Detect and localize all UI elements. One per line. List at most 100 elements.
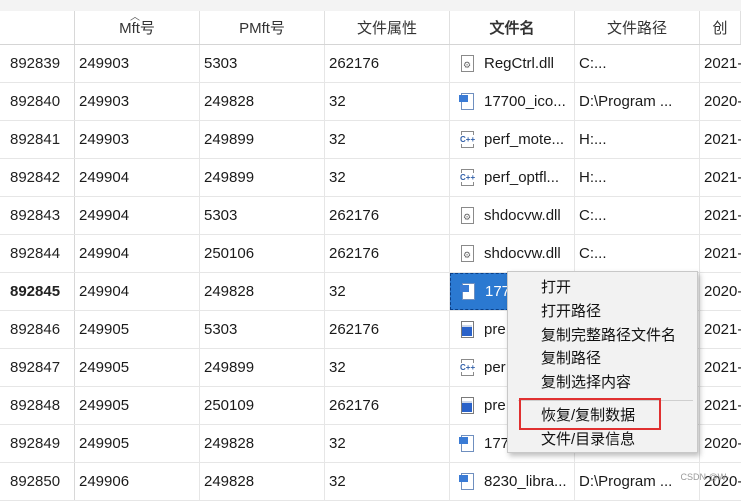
row-number: 892848	[0, 387, 75, 424]
exe-file-icon	[460, 320, 476, 339]
filename-cell[interactable]: C++ perf_optfl...	[450, 159, 575, 196]
created-cell: 2021-	[704, 397, 741, 414]
header-path[interactable]: 文件路径	[575, 11, 700, 44]
table-row[interactable]: 892843 249904 5303 262176 ⚙ shdocvw.dll C:... 2…	[0, 197, 741, 235]
filename-text: pre	[484, 321, 506, 338]
filename-cell[interactable]: ⚙ shdocvw.dll	[450, 235, 575, 272]
mft-cell: 249904	[75, 235, 200, 272]
pmft-cell: 249899	[200, 121, 325, 158]
filename-text: 8230_libra...	[484, 473, 567, 490]
mft-cell: 249904	[75, 197, 200, 234]
mft-cell: 249906	[75, 463, 200, 500]
filename-cell[interactable]: ⚙ RegCtrl.dll	[450, 45, 575, 82]
filename-text: 177	[484, 435, 510, 452]
filename-text: RegCtrl.dll	[484, 55, 555, 72]
header-row-number[interactable]	[0, 11, 75, 44]
filename-text: perf_optfl...	[484, 169, 560, 186]
attr-cell: 32	[325, 121, 450, 158]
watermark: CSDN @W-	[680, 472, 729, 482]
menu-item-copy-selection[interactable]: 复制选择内容	[541, 372, 631, 394]
pmft-cell: 249828	[200, 83, 325, 120]
created-cell: 2020-	[704, 283, 741, 300]
header-filename[interactable]: 文件名	[450, 11, 575, 44]
dll-file-icon: ⚙	[460, 206, 476, 225]
filename-cell[interactable]: 8230_libra...	[450, 463, 575, 500]
filename-cell[interactable]: ⚙ shdocvw.dll	[450, 197, 575, 234]
menu-item-copy-full-path[interactable]: 复制完整路径文件名	[541, 325, 676, 347]
pmft-cell: 249828	[200, 273, 325, 310]
header-created[interactable]: 创	[700, 11, 741, 44]
header-pmft[interactable]: PMft号	[200, 11, 325, 44]
row-number: 892843	[0, 197, 75, 234]
path-cell: C:...	[575, 235, 700, 272]
table-row[interactable]: 892842 249904 249899 32 C++ perf_optfl... H:..…	[0, 159, 741, 197]
sort-caret-icon: ︿	[130, 12, 140, 23]
row-number: 892846	[0, 311, 75, 348]
row-number: 892841	[0, 121, 75, 158]
attr-cell: 262176	[325, 235, 450, 272]
table-row[interactable]: 892839 249903 5303 262176 ⚙ RegCtrl.dll C:... 2…	[0, 45, 741, 83]
mft-cell: 249903	[75, 45, 200, 82]
created-cell: 2020-	[704, 93, 741, 110]
header-attr[interactable]: 文件属性	[325, 11, 450, 44]
filename-text: pre	[484, 397, 506, 414]
img-file-icon	[460, 282, 477, 301]
filename-text: shdocvw.dll	[484, 245, 561, 262]
path-cell: H:...	[575, 159, 700, 196]
row-number: 892839	[0, 45, 75, 82]
created-cell: 2021-	[704, 131, 741, 148]
path-cell: D:\Program ...	[575, 83, 700, 120]
menu-item-file-info[interactable]: 文件/目录信息	[541, 429, 635, 451]
attr-cell: 262176	[325, 311, 450, 348]
created-cell: 2021-	[704, 207, 741, 224]
table-row[interactable]: 892850 249906 249828 32 8230_libra... D:\Prog…	[0, 463, 741, 501]
mft-cell: 249903	[75, 121, 200, 158]
menu-item-copy-path[interactable]: 复制路径	[541, 348, 601, 370]
created-cell: 2020-	[704, 435, 741, 452]
mft-cell: 249904	[75, 273, 200, 310]
path-cell: C:...	[575, 45, 700, 82]
pmft-cell: 249899	[200, 349, 325, 386]
mft-cell: 249903	[75, 83, 200, 120]
pmft-cell: 250109	[200, 387, 325, 424]
path-cell: H:...	[575, 121, 700, 158]
created-cell: 2021-	[704, 169, 741, 186]
row-number: 892850	[0, 463, 75, 500]
table-header: ︿ Mft号 PMft号 文件属性 文件名 文件路径 创	[0, 11, 741, 45]
created-cell: 2021-	[704, 321, 741, 338]
highlight-box	[519, 398, 661, 430]
table-row[interactable]: 892840 249903 249828 32 17700_ico... D:\Progr…	[0, 83, 741, 121]
pmft-cell: 249828	[200, 463, 325, 500]
pmft-cell: 5303	[200, 311, 325, 348]
mft-cell: 249905	[75, 425, 200, 462]
row-number: 892844	[0, 235, 75, 272]
attr-cell: 262176	[325, 197, 450, 234]
dll-file-icon: ⚙	[460, 54, 476, 73]
attr-cell: 32	[325, 273, 450, 310]
attr-cell: 32	[325, 425, 450, 462]
filename-text: per	[484, 359, 506, 376]
exe-file-icon	[460, 396, 476, 415]
mft-cell: 249904	[75, 159, 200, 196]
img-file-icon	[459, 434, 476, 453]
pmft-cell: 249899	[200, 159, 325, 196]
table-row[interactable]: 892841 249903 249899 32 C++ perf_mote... H:...…	[0, 121, 741, 159]
path-cell: C:...	[575, 197, 700, 234]
filename-cell[interactable]: 17700_ico...	[450, 83, 575, 120]
filename-text: shdocvw.dll	[484, 207, 561, 224]
row-number: 892849	[0, 425, 75, 462]
attr-cell: 32	[325, 159, 450, 196]
row-number: 892845	[0, 273, 75, 310]
img-file-icon	[459, 92, 476, 111]
filename-cell[interactable]: C++ perf_mote...	[450, 121, 575, 158]
pmft-cell: 5303	[200, 197, 325, 234]
row-number: 892847	[0, 349, 75, 386]
menu-item-open-path[interactable]: 打开路径	[541, 301, 601, 323]
table-row[interactable]: 892844 249904 250106 262176 ⚙ shdocvw.dll C:..…	[0, 235, 741, 273]
cpp-file-icon: C++	[460, 168, 476, 187]
pmft-cell: 249828	[200, 425, 325, 462]
created-cell: 2021-	[704, 55, 741, 72]
menu-item-open[interactable]: 打开	[541, 277, 571, 299]
filename-text: perf_mote...	[484, 131, 565, 148]
attr-cell: 32	[325, 349, 450, 386]
